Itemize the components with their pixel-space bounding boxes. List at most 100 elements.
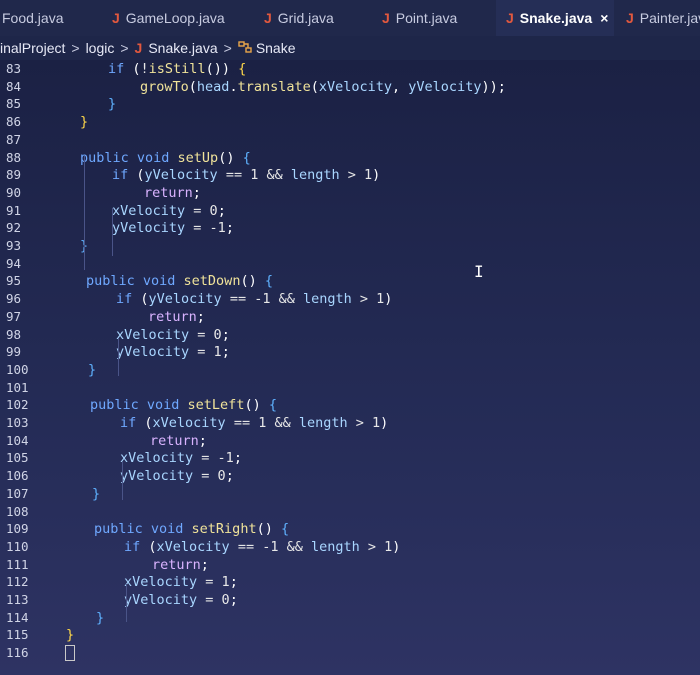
code-token: (	[136, 167, 145, 184]
tab-food-java[interactable]: Food.java	[2, 0, 94, 36]
code-line[interactable]: 97 return;	[0, 308, 700, 326]
code-line[interactable]: 108	[0, 503, 700, 521]
code-line[interactable]: 105 xVelocity = -1;	[0, 449, 700, 467]
code-line[interactable]: 86}	[0, 113, 700, 131]
java-file-icon: J	[506, 10, 514, 26]
code-token: ;	[198, 432, 207, 449]
code-line[interactable]: 107}	[0, 485, 700, 503]
breadcrumb-file[interactable]: Snake.java	[148, 40, 217, 56]
code-token: yVelocity	[148, 291, 222, 308]
code-line[interactable]: 101	[0, 379, 700, 397]
line-number: 99	[6, 344, 22, 360]
code-line[interactable]: 112 xVelocity = 1;	[0, 573, 700, 591]
tab-grid-java[interactable]: J Grid.java	[264, 0, 362, 36]
code-token: return	[150, 432, 199, 449]
code-token: (	[310, 78, 319, 95]
line-number: 90	[6, 184, 22, 200]
code-line[interactable]: 98 xVelocity = 0;	[0, 326, 700, 344]
tab-snake-java[interactable]: J Snake.java ×	[496, 0, 614, 36]
code-text: public void setDown() {	[86, 272, 273, 290]
line-number: 84	[6, 78, 22, 94]
code-token: if	[124, 538, 149, 555]
code-line[interactable]: 95 public void setDown() {	[0, 272, 700, 290]
breadcrumb-symbol[interactable]: Snake	[256, 40, 296, 56]
code-line[interactable]: 106 yVelocity = 0;	[0, 467, 700, 485]
tab-painter-java[interactable]: J Painter.jav	[626, 0, 700, 36]
code-line[interactable]: 113 yVelocity = 0;	[0, 591, 700, 609]
code-line[interactable]: 115}	[0, 626, 700, 644]
code-editor[interactable]: 83 if (!isStill()) {84 growTo(head.transla…	[0, 60, 700, 675]
tab-label: Point.java	[395, 10, 458, 26]
code-line[interactable]: 100}	[0, 361, 700, 379]
class-icon	[238, 40, 252, 56]
code-token: ;	[221, 344, 230, 361]
code-line[interactable]: 114}	[0, 609, 700, 627]
code-token: 1	[213, 344, 222, 361]
code-line[interactable]: 116	[0, 644, 700, 662]
tab-point-java[interactable]: J Point.java	[382, 0, 482, 36]
code-token: xVelocity	[152, 415, 226, 431]
code-token: 0	[217, 468, 226, 485]
line-number: 102	[6, 397, 29, 413]
code-line[interactable]: 92 yVelocity = -1;	[0, 219, 700, 237]
code-line[interactable]: 110 if (xVelocity == -1 && length > 1)	[0, 538, 700, 556]
code-token: length	[298, 415, 348, 431]
code-token: head	[196, 78, 230, 95]
code-line[interactable]: 85}	[0, 95, 700, 113]
code-line[interactable]: 90 return;	[0, 184, 700, 202]
code-text: yVelocity = 1;	[116, 343, 230, 361]
code-line[interactable]: 109 public void setRight() {	[0, 520, 700, 538]
code-token: ));	[481, 78, 506, 95]
code-token: setDown	[183, 273, 241, 290]
code-line[interactable]: 84 growTo(head.translate(xVelocity, yVelo…	[0, 78, 700, 96]
code-token: )	[392, 538, 401, 555]
line-number: 93	[6, 238, 22, 253]
code-line[interactable]: 89 if (yVelocity == 1 && length > 1)	[0, 166, 700, 184]
code-line[interactable]: 99 yVelocity = 1;	[0, 343, 700, 361]
indent-guide	[118, 338, 119, 376]
tab-gameloop-java[interactable]: J GameLoop.java	[112, 0, 240, 36]
code-line[interactable]: 103 if (xVelocity == 1 && length > 1)	[0, 414, 700, 432]
code-text: }	[96, 609, 104, 627]
code-token: public void	[80, 149, 178, 166]
code-line[interactable]: 96 if (yVelocity == -1 && length > 1)	[0, 290, 700, 308]
code-token: if	[108, 61, 133, 77]
code-line[interactable]: 93}	[0, 237, 700, 255]
code-token: 0	[209, 202, 218, 219]
code-token: yVelocity	[408, 78, 482, 95]
code-line[interactable]: 87	[0, 131, 700, 149]
code-line[interactable]: 102 public void setLeft() {	[0, 396, 700, 414]
code-text: yVelocity = -1;	[112, 219, 234, 237]
code-token: }	[92, 485, 101, 502]
code-token: )	[380, 415, 389, 431]
close-icon[interactable]: ×	[600, 10, 608, 26]
indent-guide	[126, 584, 127, 622]
code-token: ;	[229, 574, 238, 591]
code-token: return	[148, 308, 197, 325]
code-token: (	[144, 415, 153, 431]
breadcrumb-package[interactable]: logic	[86, 40, 115, 56]
code-token: xVelocity	[124, 574, 198, 591]
code-line[interactable]: 91 xVelocity = 0;	[0, 202, 700, 220]
code-text: }	[88, 361, 96, 379]
code-token: }	[108, 96, 117, 113]
code-token: yVelocity	[116, 344, 190, 361]
code-line[interactable]: 104 return;	[0, 432, 700, 450]
code-token: growTo	[140, 78, 189, 95]
code-line[interactable]: 83 if (!isStill()) {	[0, 60, 700, 78]
code-token: -1	[254, 291, 271, 308]
code-token: if	[116, 291, 141, 308]
code-token: >	[351, 291, 377, 308]
code-token: )	[384, 291, 393, 308]
code-line[interactable]: 111 return;	[0, 556, 700, 574]
code-token: ==	[221, 291, 255, 308]
breadcrumb-project[interactable]: inalProject	[0, 40, 65, 56]
code-token: (	[148, 538, 157, 555]
code-text: xVelocity = 1;	[124, 573, 238, 591]
tab-label: Food.java	[2, 10, 64, 26]
code-token: {	[264, 273, 273, 290]
tab-label: Grid.java	[277, 10, 334, 26]
code-line[interactable]: 88 public void setUp() {	[0, 149, 700, 167]
code-line[interactable]: 94	[0, 255, 700, 273]
code-token: yVelocity	[144, 167, 218, 184]
